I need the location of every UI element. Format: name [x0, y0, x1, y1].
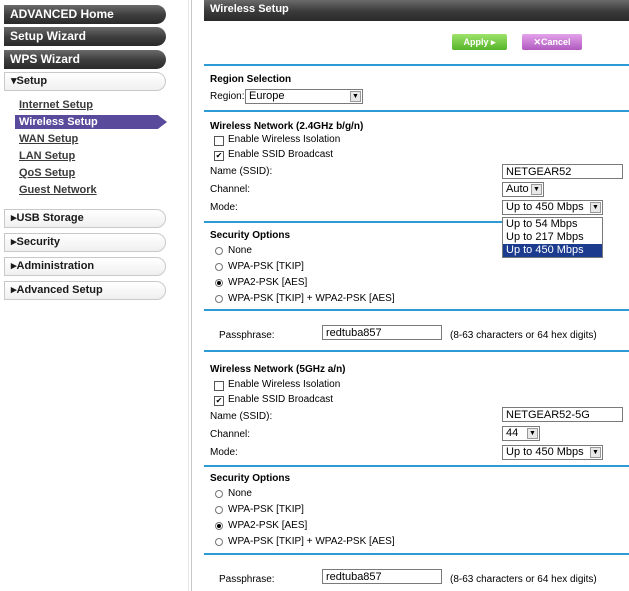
sec5-radio-mixed[interactable] — [215, 538, 223, 546]
sidebar: ADVANCED Home Setup Wizard WPS Wizard ▾S… — [0, 0, 192, 591]
sec24-radio-none[interactable] — [215, 247, 223, 255]
net5-mode-value: Up to 450 Mbps — [506, 446, 584, 458]
net5-ssid-broadcast-label: Enable SSID Broadcast — [228, 394, 334, 405]
net5-ssid-broadcast-checkbox[interactable]: ✔ — [214, 396, 224, 406]
sec24-passphrase-label: Passphrase: — [219, 330, 275, 341]
sec5-passphrase-input[interactable]: redtuba857 — [322, 569, 442, 584]
sec24-radio-wpa2-aes[interactable] — [215, 279, 223, 287]
nav-usb-storage[interactable]: ▸USB Storage — [4, 209, 166, 228]
region-select[interactable]: Europe ▼ — [245, 89, 363, 104]
net5-isolation-checkbox[interactable] — [214, 381, 224, 391]
net24-ssid-input[interactable]: NETGEAR52 — [502, 164, 623, 179]
cancel-button[interactable]: ✕Cancel — [522, 34, 582, 50]
chevron-down-icon: ▼ — [350, 91, 361, 102]
net5-channel-value: 44 — [506, 427, 519, 439]
net24-ssid-broadcast-label: Enable SSID Broadcast — [228, 149, 334, 160]
net24-mode-option-selected[interactable]: Up to 450 Mbps — [503, 244, 602, 257]
sec5-radio-none[interactable] — [215, 490, 223, 498]
sec24-option-none: None — [228, 245, 252, 256]
net24-channel-label: Channel: — [210, 184, 251, 195]
net24-heading: Wireless Network (2.4GHz b/g/n) — [210, 121, 364, 132]
sec24-option-wpa2-aes: WPA2-PSK [AES] — [228, 277, 308, 288]
net24-mode-value: Up to 450 Mbps — [506, 201, 584, 213]
divider — [204, 465, 629, 467]
region-heading: Region Selection — [210, 74, 292, 85]
chevron-down-icon: ▼ — [590, 202, 601, 213]
nav-administration[interactable]: ▸Administration — [4, 257, 166, 276]
chevron-down-icon: ▼ — [527, 428, 538, 439]
sec5-option-wpa-tkip: WPA-PSK [TKIP] — [228, 504, 304, 515]
divider — [204, 553, 629, 555]
apply-button[interactable]: Apply ▸ — [452, 34, 507, 50]
sec24-option-mixed: WPA-PSK [TKIP] + WPA2-PSK [AES] — [228, 293, 395, 304]
net5-mode-select[interactable]: Up to 450 Mbps ▼ — [502, 445, 603, 460]
sec24-passphrase-hint: (8-63 characters or 64 hex digits) — [450, 330, 597, 341]
nav-security[interactable]: ▸Security — [4, 233, 166, 252]
sidebar-item-guest-network[interactable]: Guest Network — [19, 184, 97, 196]
net24-ssid-label: Name (SSID): — [210, 166, 273, 177]
sec5-radio-wpa-tkip[interactable] — [215, 506, 223, 514]
region-label: Region: — [210, 91, 245, 102]
page-title: Wireless Setup — [204, 0, 629, 21]
net5-heading: Wireless Network (5GHz a/n) — [210, 364, 346, 375]
net24-channel-select[interactable]: Auto ▼ — [502, 182, 544, 197]
sec5-heading: Security Options — [210, 473, 291, 484]
net24-mode-select[interactable]: Up to 450 Mbps ▼ — [502, 200, 603, 215]
nav-setup-wizard[interactable]: Setup Wizard — [4, 27, 166, 46]
net5-ssid-input[interactable]: NETGEAR52-5G — [502, 407, 623, 422]
net24-mode-option[interactable]: Up to 54 Mbps — [503, 218, 602, 231]
net24-ssid-broadcast-checkbox[interactable]: ✔ — [214, 151, 224, 161]
divider — [204, 350, 629, 352]
sidebar-item-qos-setup[interactable]: QoS Setup — [19, 167, 75, 179]
nav-wps-wizard[interactable]: WPS Wizard — [4, 50, 166, 69]
net24-mode-dropdown: Up to 54 Mbps Up to 217 Mbps Up to 450 M… — [502, 217, 603, 258]
region-select-value: Europe — [249, 90, 285, 102]
divider — [204, 110, 629, 112]
net5-channel-select[interactable]: 44 ▼ — [502, 426, 540, 441]
net24-isolation-label: Enable Wireless Isolation — [228, 134, 341, 145]
divider — [204, 309, 629, 311]
net24-mode-label: Mode: — [210, 202, 238, 213]
sidebar-item-wan-setup[interactable]: WAN Setup — [19, 133, 78, 145]
sec5-option-none: None — [228, 488, 252, 499]
divider — [204, 64, 629, 66]
sidebar-item-internet-setup[interactable]: Internet Setup — [19, 99, 93, 111]
sec5-passphrase-hint: (8-63 characters or 64 hex digits) — [450, 574, 597, 585]
nav-advanced-setup[interactable]: ▸Advanced Setup — [4, 281, 166, 300]
sec24-radio-wpa-tkip[interactable] — [215, 263, 223, 271]
net24-isolation-checkbox[interactable] — [214, 136, 224, 146]
sec5-radio-wpa2-aes[interactable] — [215, 522, 223, 530]
nav-advanced-home[interactable]: ADVANCED Home — [4, 5, 166, 24]
sec5-option-mixed: WPA-PSK [TKIP] + WPA2-PSK [AES] — [228, 536, 395, 547]
net24-channel-value: Auto — [506, 183, 529, 195]
sec24-radio-mixed[interactable] — [215, 295, 223, 303]
sec24-passphrase-input[interactable]: redtuba857 — [322, 325, 442, 340]
chevron-down-icon: ▼ — [590, 447, 601, 458]
chevron-down-icon: ▼ — [531, 184, 542, 195]
nav-setup[interactable]: ▾Setup — [4, 72, 166, 91]
sidebar-item-wireless-setup[interactable]: Wireless Setup — [15, 115, 167, 129]
net5-mode-label: Mode: — [210, 447, 238, 458]
net5-ssid-label: Name (SSID): — [210, 411, 273, 422]
sec5-passphrase-label: Passphrase: — [219, 574, 275, 585]
sec24-heading: Security Options — [210, 230, 291, 241]
sidebar-item-lan-setup[interactable]: LAN Setup — [19, 150, 75, 162]
sec5-option-wpa2-aes: WPA2-PSK [AES] — [228, 520, 308, 531]
sec24-option-wpa-tkip: WPA-PSK [TKIP] — [228, 261, 304, 272]
divider — [204, 221, 502, 223]
net5-channel-label: Channel: — [210, 429, 251, 440]
net5-isolation-label: Enable Wireless Isolation — [228, 379, 341, 390]
net24-mode-option[interactable]: Up to 217 Mbps — [503, 231, 602, 244]
